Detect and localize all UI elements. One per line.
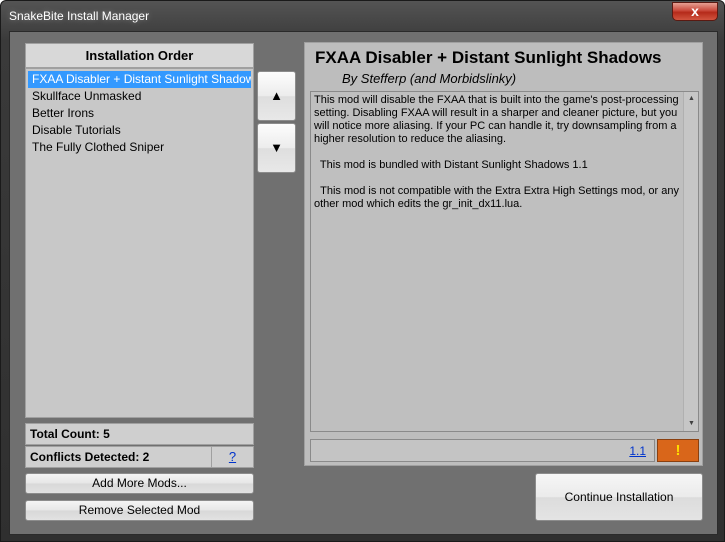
version-link[interactable]: 1.1: [629, 444, 646, 458]
warning-icon: !: [675, 442, 681, 459]
conflicts-row: Conflicts Detected: 2 ?: [25, 446, 254, 468]
total-count: Total Count: 5: [25, 423, 254, 445]
mod-list-item[interactable]: FXAA Disabler + Distant Sunlight Shadows: [28, 71, 251, 88]
description-paragraph: This mod is bundled with Distant Sunligh…: [314, 159, 588, 171]
title-bar[interactable]: SnakeBite Install Manager x: [1, 1, 724, 31]
warning-button[interactable]: !: [657, 439, 699, 462]
add-more-mods-button[interactable]: Add More Mods...: [25, 473, 254, 494]
window-title: SnakeBite Install Manager: [9, 9, 150, 23]
mod-list-item[interactable]: The Fully Clothed Sniper: [28, 139, 251, 156]
version-bar: 1.1: [310, 439, 655, 462]
description-paragraph: This mod will disable the FXAA that is b…: [314, 94, 679, 145]
mod-description[interactable]: This mod will disable the FXAA that is b…: [310, 91, 699, 432]
description-scrollbar[interactable]: ▲ ▼: [683, 92, 698, 431]
conflicts-detected-label: Conflicts Detected: 2: [30, 450, 150, 464]
installation-order-header: Installation Order: [25, 43, 254, 68]
close-button[interactable]: x: [672, 2, 718, 21]
mod-details-panel: FXAA Disabler + Distant Sunlight Shadows…: [304, 42, 703, 466]
description-paragraph: This mod is not compatible with the Extr…: [314, 185, 683, 210]
mod-author: By Stefferp (and Morbidslinky): [342, 71, 517, 86]
remove-selected-mod-button[interactable]: Remove Selected Mod: [25, 500, 254, 521]
mod-list-item[interactable]: Disable Tutorials: [28, 122, 251, 139]
scroll-up-arrow-icon[interactable]: ▲: [684, 92, 699, 106]
move-up-button[interactable]: ▲: [257, 71, 296, 121]
mod-list-item[interactable]: Skullface Unmasked: [28, 88, 251, 105]
total-count-label: Total Count: 5: [30, 427, 110, 441]
install-manager-window: SnakeBite Install Manager x Installation…: [0, 0, 725, 542]
installation-order-list[interactable]: FXAA Disabler + Distant Sunlight Shadows…: [25, 68, 254, 418]
mod-title: FXAA Disabler + Distant Sunlight Shadows: [315, 48, 662, 67]
move-down-button[interactable]: ▼: [257, 123, 296, 173]
scroll-down-arrow-icon[interactable]: ▼: [684, 417, 699, 431]
client-area: Installation Order FXAA Disabler + Dista…: [9, 31, 718, 535]
mod-list-item[interactable]: Better Irons: [28, 105, 251, 122]
continue-installation-button[interactable]: Continue Installation: [535, 473, 703, 521]
conflicts-help-link[interactable]: ?: [211, 447, 253, 467]
